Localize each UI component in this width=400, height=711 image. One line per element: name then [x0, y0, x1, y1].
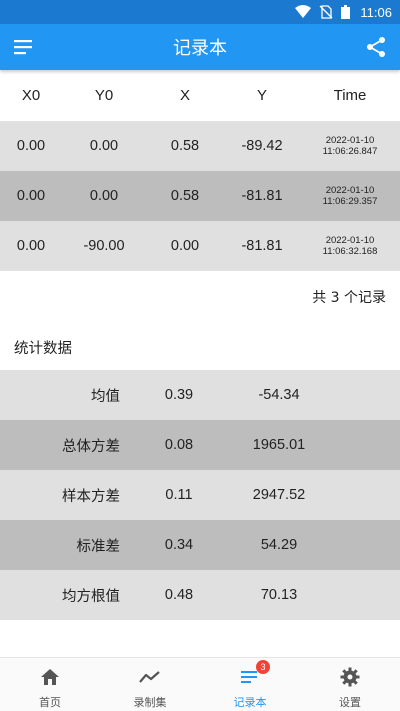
stats-row: 总体方差 0.08 1965.01	[0, 420, 400, 470]
nav-item-home[interactable]: 首页	[0, 658, 100, 711]
stats-row: 均方根值 0.48 70.13	[0, 570, 400, 620]
stats-value-y: 2947.52	[252, 487, 306, 503]
cell-y: -81.81	[241, 238, 283, 254]
stats-title: 统计数据	[14, 341, 72, 357]
table-header: X0 Y0 X Y Time	[0, 70, 400, 121]
header-x0: X0	[21, 87, 41, 104]
cell-y: -89.42	[241, 138, 283, 154]
nav-label: 录制集	[133, 696, 167, 709]
stats-value-y: -54.34	[258, 387, 300, 403]
table-row[interactable]: 0.00 0.00 0.58 -81.81 2022-01-10 11:06:2…	[0, 171, 400, 221]
cell-date-text: 2022-01-10	[325, 235, 375, 246]
nav-label: 首页	[39, 696, 61, 709]
menu-icon	[14, 40, 32, 55]
cell-y0: -90.00	[83, 238, 125, 254]
nav-item-settings[interactable]: 设置	[300, 658, 400, 711]
cell-time-text: 11:06:26.847	[322, 146, 378, 157]
stats-value-x: 0.08	[164, 437, 194, 453]
header-y: Y	[256, 87, 267, 104]
header-y0: Y0	[94, 87, 114, 104]
cell-time-text: 11:06:32.168	[322, 246, 378, 257]
cell-time: 2022-01-10 11:06:26.847	[300, 135, 400, 157]
menu-button[interactable]	[14, 37, 36, 57]
status-bar: 11:06	[0, 0, 400, 24]
status-time: 11:06	[360, 4, 392, 20]
stats-label: 均方根值	[62, 588, 120, 605]
header-time: Time	[333, 87, 367, 104]
home-icon	[39, 666, 61, 688]
table-row[interactable]: 0.00 0.00 0.58 -89.42 2022-01-10 11:06:2…	[0, 121, 400, 171]
cell-x0: 0.00	[16, 238, 46, 254]
stats-label: 均值	[91, 388, 120, 405]
stats-value-x: 0.48	[164, 587, 194, 603]
cell-time: 2022-01-10 11:06:32.168	[300, 235, 400, 257]
stats-label: 总体方差	[62, 438, 120, 455]
wifi-icon	[295, 5, 312, 18]
trend-icon	[139, 666, 161, 688]
stats-row: 样本方差 0.11 2947.52	[0, 470, 400, 520]
cell-y0: 0.00	[89, 188, 119, 204]
stats-label: 标准差	[76, 538, 121, 555]
share-icon	[367, 37, 385, 57]
cell-y0: 0.00	[89, 138, 119, 154]
table-row[interactable]: 0.00 -90.00 0.00 -81.81 2022-01-10 11:06…	[0, 221, 400, 271]
share-button[interactable]	[364, 35, 388, 59]
app-bar: 记录本	[0, 24, 400, 70]
cell-x: 0.58	[170, 138, 200, 154]
record-count: 共 3 个记录	[312, 290, 386, 306]
cell-x: 0.00	[170, 238, 200, 254]
gear-icon	[339, 666, 361, 688]
nav-item-recordings[interactable]: 录制集	[100, 658, 200, 711]
bottom-nav: 首页 录制集 3 记录本 设置	[0, 657, 400, 711]
stats-value-y: 70.13	[260, 587, 298, 603]
stats-row: 均值 0.39 -54.34	[0, 370, 400, 420]
cell-time: 2022-01-10 11:06:29.357	[300, 185, 400, 207]
stats-row: 标准差 0.34 54.29	[0, 520, 400, 570]
nav-item-notebook[interactable]: 3 记录本	[200, 658, 300, 711]
cell-y: -81.81	[241, 188, 283, 204]
stats-value-y: 1965.01	[252, 437, 306, 453]
cell-date-text: 2022-01-10	[325, 185, 375, 196]
stats-label: 样本方差	[62, 488, 120, 505]
nav-label: 记录本	[233, 696, 267, 709]
notification-badge: 3	[256, 660, 270, 674]
stats-table: 均值 0.39 -54.34 总体方差 0.08 1965.01 样本方差 0.…	[0, 370, 400, 620]
stats-value-y: 54.29	[260, 537, 298, 553]
cell-x0: 0.00	[16, 138, 46, 154]
stats-value-x: 0.39	[164, 387, 194, 403]
battery-icon	[341, 5, 351, 19]
cell-x0: 0.00	[16, 188, 46, 204]
stats-value-x: 0.11	[165, 487, 193, 503]
stats-value-x: 0.34	[164, 537, 194, 553]
record-list: 0.00 0.00 0.58 -89.42 2022-01-10 11:06:2…	[0, 121, 400, 271]
no-sim-icon	[319, 5, 333, 19]
page-title: 记录本	[173, 38, 227, 59]
cell-x: 0.58	[170, 188, 200, 204]
nav-label: 设置	[339, 696, 361, 709]
header-x: X	[179, 87, 190, 104]
cell-date-text: 2022-01-10	[325, 135, 375, 146]
cell-time-text: 11:06:29.357	[322, 196, 378, 207]
